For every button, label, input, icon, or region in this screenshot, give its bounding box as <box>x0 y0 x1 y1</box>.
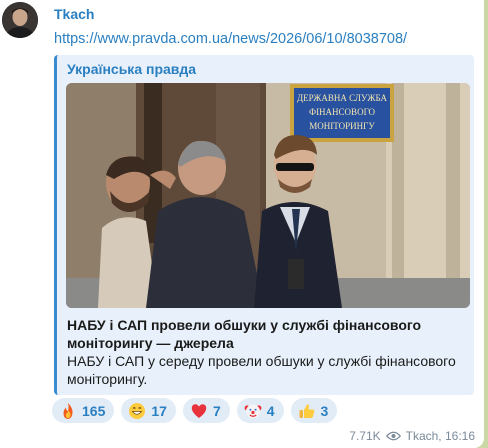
red-heart-icon <box>191 403 207 418</box>
sign-line-3: МОНІТОРИНГУ <box>309 121 375 131</box>
sign-line-2: ФІНАНСОВОГО <box>309 107 376 117</box>
reaction-heart[interactable]: 7 <box>182 398 230 423</box>
preview-site-name: Українська правда <box>67 61 197 77</box>
sender-name[interactable]: Tkach <box>54 6 94 22</box>
view-count: 7.71K <box>349 429 381 443</box>
signature-time: Tkach, 16:16 <box>405 429 475 443</box>
reaction-fire[interactable]: 165 <box>52 398 115 423</box>
reaction-clown[interactable]: 4 <box>236 398 284 423</box>
reaction-thumbs-up[interactable]: 3 <box>290 398 338 423</box>
reaction-heart-count: 7 <box>212 402 221 419</box>
reaction-grin-count: 17 <box>151 402 167 419</box>
grinning-face-icon <box>129 402 146 419</box>
clown-face-icon <box>244 404 262 418</box>
fire-icon <box>63 402 73 419</box>
avatar-photo <box>2 2 38 38</box>
thumbs-up-icon <box>299 403 314 418</box>
reaction-thumbs-up-count: 3 <box>320 402 329 419</box>
reaction-fire-count: 165 <box>82 402 106 419</box>
preview-description: НАБУ і САП у середу провели обшуки у слу… <box>67 353 456 387</box>
eye-icon <box>385 431 401 441</box>
reactions-bar: 165 17 7 4 3 <box>52 398 338 424</box>
preview-photo[interactable]: ДЕРЖАВНА СЛУЖБА ФІНАНСОВОГО МОНІТОРИНГУ <box>66 83 470 308</box>
preview-title: НАБУ і САП провели обшуки у службі фінан… <box>67 317 422 351</box>
message-meta: 7.71K Tkach, 16:16 <box>349 429 475 443</box>
reaction-clown-count: 4 <box>266 402 275 419</box>
sign-line-1: ДЕРЖАВНА СЛУЖБА <box>297 93 388 103</box>
message-bubble: Tkach https://www.pravda.com.ua/news/202… <box>0 0 484 448</box>
sender-avatar[interactable] <box>2 2 38 38</box>
link-preview[interactable]: Українська правда ДЕРЖАВНА СЛУЖБА ФІНАНС… <box>54 55 474 395</box>
reaction-grin[interactable]: 17 <box>121 398 176 423</box>
message-link[interactable]: https://www.pravda.com.ua/news/2026/06/1… <box>54 31 407 47</box>
